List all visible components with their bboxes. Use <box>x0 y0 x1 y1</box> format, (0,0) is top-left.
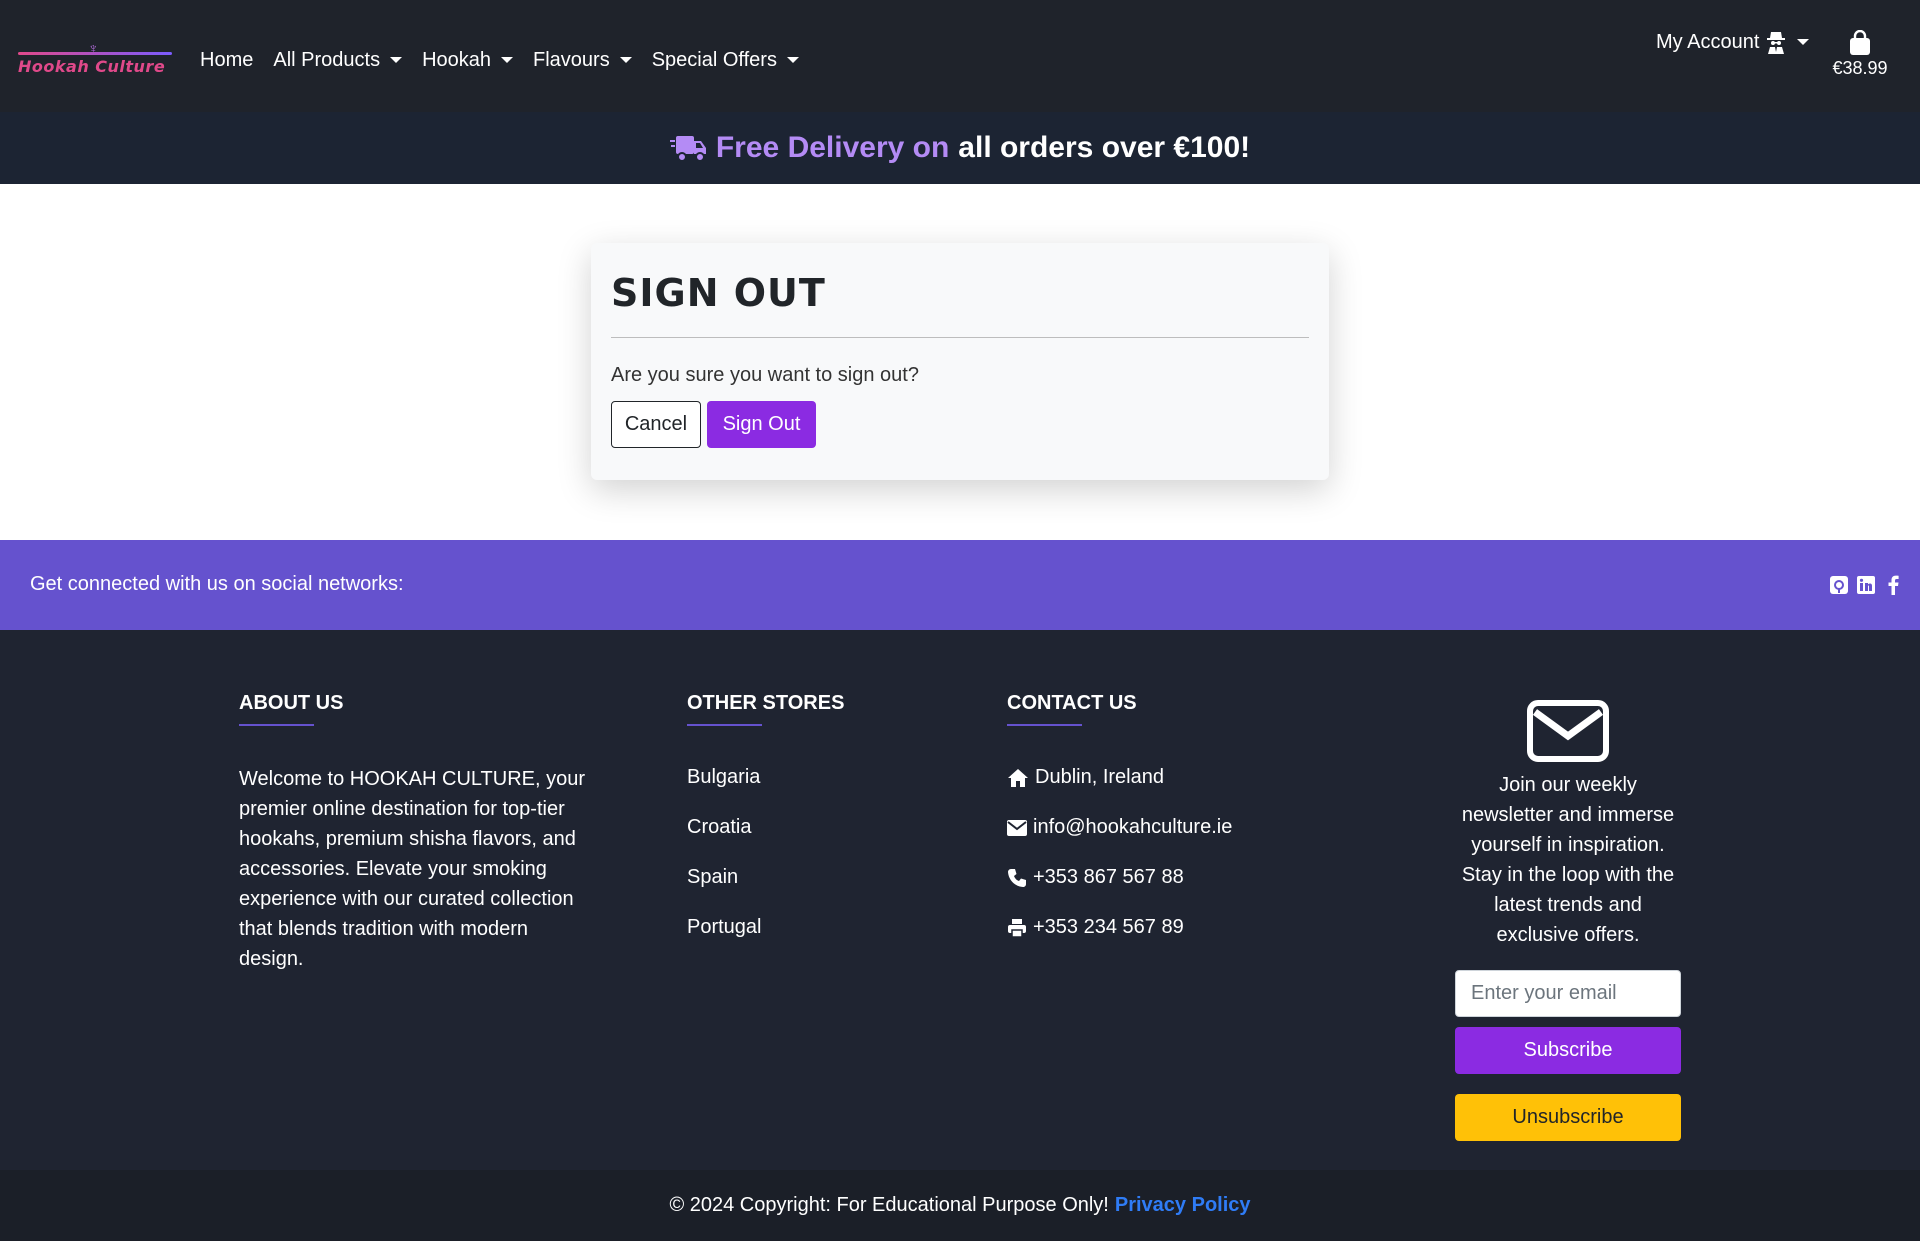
about-text: Welcome to HOOKAH CULTURE, your premier … <box>239 768 586 970</box>
nav-hookah[interactable]: Hookah <box>422 48 514 72</box>
social-bar: Get connected with us on social networks… <box>0 540 1920 630</box>
shopping-bag[interactable]: €38.99 <box>1828 30 1892 79</box>
contact-address-text: Dublin, Ireland <box>1035 766 1164 788</box>
caret-down-icon <box>619 57 632 63</box>
contact-email-text: info@hookahculture.ie <box>1033 816 1233 838</box>
stores-underline <box>687 724 762 726</box>
nav-home-label: Home <box>200 48 254 71</box>
bag-total: €38.99 <box>1832 58 1888 78</box>
nav-hookah-label: Hookah <box>422 48 492 71</box>
home-icon <box>1008 768 1028 787</box>
envelope-icon <box>1007 819 1027 836</box>
sign-out-button[interactable]: Sign Out <box>707 401 816 448</box>
logo-underline <box>18 52 172 55</box>
free-delivery-banner: Free Delivery on all orders over €100! <box>0 112 1920 184</box>
caret-down-icon <box>390 57 403 63</box>
copyright-text: © 2024 Copyright: For Educational Purpos… <box>669 1194 1109 1216</box>
main-nav: Home All Products Hookah Flavours Specia… <box>200 0 819 120</box>
contact-fax-text: +353 234 567 89 <box>1033 916 1184 938</box>
logo[interactable]: ♆ Hookah Culture <box>18 40 172 78</box>
contact-phone-text: +353 867 567 88 <box>1033 866 1184 888</box>
facebook-icon[interactable] <box>1883 575 1903 595</box>
contact-email[interactable]: info@hookahculture.ie <box>1007 816 1232 839</box>
store-link-portugal[interactable]: Portugal <box>687 916 762 939</box>
title-divider <box>611 337 1309 338</box>
cancel-button[interactable]: Cancel <box>611 401 701 448</box>
newsletter-email-input[interactable] <box>1455 970 1681 1017</box>
unsubscribe-button[interactable]: Unsubscribe <box>1455 1094 1681 1141</box>
store-link-spain[interactable]: Spain <box>687 866 738 889</box>
envelope-icon <box>1527 700 1609 762</box>
contact-title: CONTACT US <box>1007 692 1137 714</box>
nav-flavours[interactable]: Flavours <box>533 49 632 72</box>
delivery-accent-text: Free Delivery on <box>715 131 950 164</box>
my-account-label: My Account <box>1656 30 1760 53</box>
linkedin-icon[interactable] <box>1856 575 1876 595</box>
privacy-policy-link[interactable]: Privacy Policy <box>1115 1194 1251 1217</box>
caret-down-icon <box>786 57 799 63</box>
social-icons <box>1822 575 1903 595</box>
github-icon[interactable] <box>1829 575 1849 595</box>
signout-actions: Cancel Sign Out <box>611 401 1309 448</box>
store-link-croatia[interactable]: Croatia <box>687 816 751 839</box>
subscribe-button[interactable]: Subscribe <box>1455 1027 1681 1074</box>
nav-home[interactable]: Home <box>200 49 253 72</box>
social-text: Get connected with us on social networks… <box>30 573 404 595</box>
footer: ABOUT US Welcome to HOOKAH CULTURE, your… <box>0 630 1920 1170</box>
nav-flavours-label: Flavours <box>533 48 610 71</box>
my-account-dropdown[interactable]: My Account <box>1656 30 1810 54</box>
delivery-rest-text: all orders over €100! <box>958 131 1251 164</box>
nav-all-products-label: All Products <box>273 48 381 71</box>
nav-special-offers[interactable]: Special Offers <box>652 49 799 72</box>
about-underline <box>239 724 314 726</box>
page-title: SIGN OUT <box>611 271 826 315</box>
stores-title: OTHER STORES <box>687 692 845 714</box>
logo-text: Hookah Culture <box>18 57 166 76</box>
signout-card: SIGN OUT Are you sure you want to sign o… <box>591 243 1329 480</box>
navbar: ♆ Hookah Culture Home All Products Hooka… <box>0 0 1920 112</box>
phone-icon <box>1008 868 1026 887</box>
delivery-truck-icon <box>669 136 706 162</box>
nav-all-products[interactable]: All Products <box>273 48 403 72</box>
caret-down-icon <box>1797 39 1810 45</box>
copyright-bar: © 2024 Copyright: For Educational Purpos… <box>0 1170 1920 1241</box>
about-title: ABOUT US <box>239 692 344 714</box>
contact-fax: +353 234 567 89 <box>1007 916 1184 939</box>
nav-special-offers-label: Special Offers <box>651 48 777 71</box>
caret-down-icon <box>501 57 514 63</box>
store-link-bulgaria[interactable]: Bulgaria <box>687 766 760 789</box>
contact-address: Dublin, Ireland <box>1007 766 1164 789</box>
user-secret-icon <box>1767 32 1786 54</box>
printer-icon <box>1008 918 1026 938</box>
newsletter-text: Join our weekly newsletter and immerse y… <box>1461 774 1675 946</box>
contact-phone[interactable]: +353 867 567 88 <box>1007 866 1184 889</box>
shopping-bag-icon <box>1850 30 1870 55</box>
signout-question: Are you sure you want to sign out? <box>611 364 919 386</box>
contact-underline <box>1007 724 1082 726</box>
